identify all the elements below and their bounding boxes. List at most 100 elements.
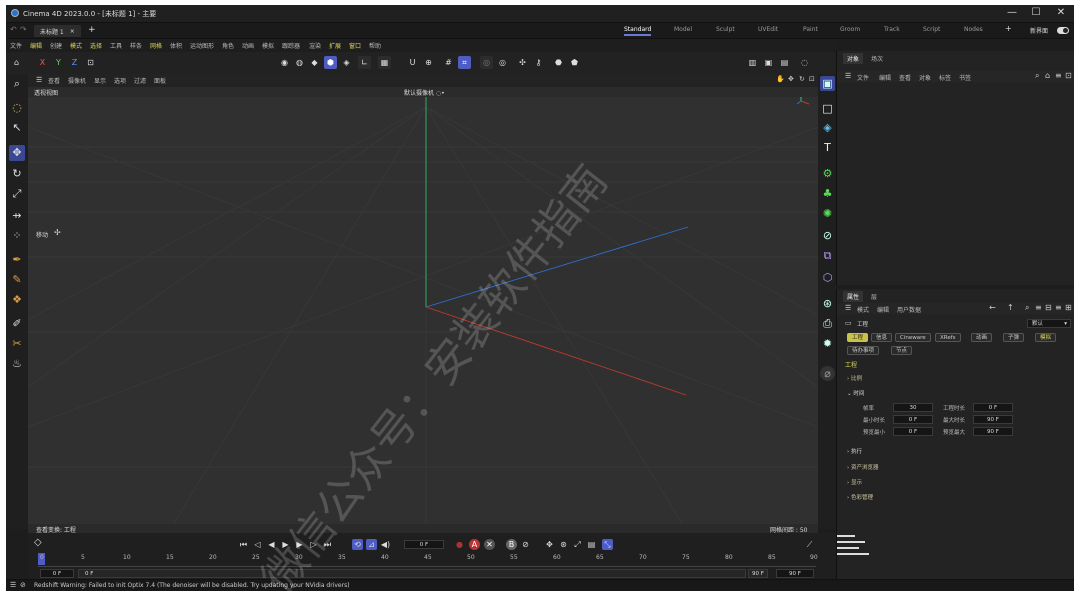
stop-record-button[interactable]: ✕ xyxy=(484,539,495,550)
sound-icon[interactable]: ◀) xyxy=(380,539,391,550)
range-end-inner[interactable]: 90 F xyxy=(748,569,768,578)
viewport-perspective[interactable]: 透视视图 默认摄像机 ◌• 移动 ✢ 查看变换: 工程 网格间距 : 50 cm xyxy=(28,87,818,533)
viewport-menu-options[interactable]: 选项 xyxy=(114,76,126,85)
add-layout-button[interactable]: + xyxy=(1005,24,1012,33)
preview-min-field[interactable]: 0 F xyxy=(893,427,933,436)
uv-mode-icon[interactable]: ◈ xyxy=(340,56,353,69)
keyframe-icon[interactable]: ◇ xyxy=(34,537,42,548)
selection-tool-icon[interactable]: ↖ xyxy=(9,120,25,136)
x-axis-lock-button[interactable]: X xyxy=(36,56,49,69)
viewport-menu-filter[interactable]: 过滤 xyxy=(134,76,146,85)
grid-icon[interactable]: # xyxy=(442,56,455,69)
chip-info[interactable]: 信息 xyxy=(871,333,893,342)
min-time-field[interactable]: 0 F xyxy=(893,415,933,424)
viewport-menu-view[interactable]: 查看 xyxy=(48,76,60,85)
render-view-icon[interactable]: ⬟ xyxy=(568,56,581,69)
render-picture-viewer-icon[interactable]: ▣ xyxy=(762,56,775,69)
cube-primitive-icon[interactable]: ◈ xyxy=(820,120,835,135)
cloner-icon[interactable]: ♣ xyxy=(820,186,835,201)
key-rotation-icon[interactable]: ⊛ xyxy=(558,539,569,550)
menu-edit[interactable]: 编辑 xyxy=(30,41,42,50)
menu-extensions[interactable]: 扩展 xyxy=(329,41,341,50)
toggle-view-icon[interactable]: ⊡ xyxy=(809,75,815,83)
deformer-icon[interactable]: ✺ xyxy=(820,206,835,221)
menu-help[interactable]: 帮助 xyxy=(369,41,381,50)
spline-pen-icon[interactable]: ✒ xyxy=(9,252,25,268)
layout-nodes[interactable]: Nodes xyxy=(964,26,983,33)
preview-max-field[interactable]: 90 F xyxy=(973,427,1013,436)
new-interface-label[interactable]: 新界面 xyxy=(1030,26,1048,35)
loop-button[interactable]: ⟲ xyxy=(352,539,363,550)
volume-icon[interactable]: ⬡ xyxy=(820,270,835,285)
chip-cineware[interactable]: Cineware xyxy=(895,333,931,342)
group-scale[interactable]: › 比例 xyxy=(847,374,862,382)
tab-takes[interactable]: 场次 xyxy=(867,53,887,64)
menu-character[interactable]: 角色 xyxy=(222,41,234,50)
fps-field[interactable]: 30 xyxy=(893,403,933,412)
spline-sketch-icon[interactable]: ✎ xyxy=(9,272,25,288)
search-icon[interactable]: ⌕ xyxy=(9,76,25,92)
chip-animation[interactable]: 动画 xyxy=(971,333,993,342)
tab-objects[interactable]: 对象 xyxy=(843,53,864,64)
pan-icon[interactable]: ✋ xyxy=(776,75,785,83)
text-object-icon[interactable]: T xyxy=(820,140,835,155)
y-axis-lock-button[interactable]: Y xyxy=(52,56,65,69)
workplane-icon[interactable]: ▦ xyxy=(378,56,391,69)
tag-icon[interactable]: ⌀ xyxy=(820,366,835,381)
obj-menu-tags[interactable]: 标签 xyxy=(939,73,951,82)
status-menu-icon[interactable]: ☰ xyxy=(10,581,16,589)
back-arrow-icon[interactable]: ← xyxy=(989,303,996,312)
key-pla-button[interactable]: ⤡ xyxy=(602,539,613,550)
model-mode-icon[interactable]: ◉ xyxy=(278,56,291,69)
snap-icon[interactable]: ∟ xyxy=(358,56,371,69)
group-display[interactable]: › 显示 xyxy=(847,478,862,486)
key-position-icon[interactable]: ✥ xyxy=(544,539,555,550)
brush-icon[interactable]: ✐ xyxy=(9,316,25,332)
chip-xrefs[interactable]: XRefs xyxy=(935,333,961,342)
knife-icon[interactable]: ✂ xyxy=(9,336,25,352)
attr-search-icon[interactable]: ⌕ xyxy=(1025,303,1029,313)
obj-menu-file[interactable]: 文件 xyxy=(857,73,869,82)
preview-range-button[interactable]: ⊿ xyxy=(366,539,377,550)
scale-tool-icon[interactable]: ⤢ xyxy=(9,186,25,202)
tab-attributes[interactable]: 属性 xyxy=(843,291,864,302)
viewport-menu-display[interactable]: 显示 xyxy=(94,76,106,85)
clapper-icon[interactable]: ⌂ xyxy=(10,56,23,69)
menu-tracker[interactable]: 跟踪器 xyxy=(282,41,300,50)
range-slider[interactable]: 0 F xyxy=(78,569,746,578)
up-arrow-icon[interactable]: ↑ xyxy=(1007,303,1014,312)
scene-icon[interactable]: ⧉ xyxy=(820,248,835,263)
move-view-icon[interactable]: ✥ xyxy=(788,75,794,83)
layout-sculpt[interactable]: Sculpt xyxy=(716,26,735,33)
lock-icon[interactable]: ◎ xyxy=(480,56,493,69)
menu-window[interactable]: 窗口 xyxy=(349,41,361,50)
cube-object-icon[interactable]: □ xyxy=(820,101,835,116)
goto-start-button[interactable]: ⏮ xyxy=(238,539,249,550)
render-region-icon[interactable]: ▥ xyxy=(746,56,759,69)
group-color-management[interactable]: › 色彩管理 xyxy=(847,493,873,501)
interface-toggle[interactable] xyxy=(1057,27,1069,34)
undo-icon[interactable]: ↶ xyxy=(10,25,17,34)
menu-mograph[interactable]: 运动图形 xyxy=(190,41,214,50)
layout-track[interactable]: Track xyxy=(884,26,900,33)
chip-bullet[interactable]: 子弹 xyxy=(1003,333,1025,342)
menu-mode[interactable]: 模式 xyxy=(70,41,82,50)
points-tool-icon[interactable]: ⁘ xyxy=(9,228,25,244)
doc-length-field[interactable]: 0 F xyxy=(973,403,1013,412)
texture-mode-icon[interactable]: ◍ xyxy=(293,56,306,69)
menu-mesh[interactable]: 网格 xyxy=(150,41,162,50)
fcurve-icon[interactable]: ⟋ xyxy=(804,539,815,550)
layout-paint[interactable]: Paint xyxy=(803,26,818,33)
globe-icon[interactable]: ⊛ xyxy=(820,296,835,311)
menu-tools[interactable]: 工具 xyxy=(110,41,122,50)
obj-menu-view[interactable]: 查看 xyxy=(899,73,911,82)
attr-filter-icon[interactable]: ≡ xyxy=(1035,303,1042,312)
light-icon[interactable]: ✹ xyxy=(820,336,835,351)
viewport-menu-camera[interactable]: 摄像机 xyxy=(68,76,86,85)
key-scale-icon[interactable]: ⤢ xyxy=(572,539,583,550)
move-tool-icon[interactable]: ✥ xyxy=(9,145,25,161)
autokey-icon[interactable]: ● xyxy=(454,539,465,550)
menu-volume[interactable]: 体积 xyxy=(170,41,182,50)
chip-todo[interactable]: 待办事项 xyxy=(847,346,880,355)
magnet-icon[interactable]: Ս xyxy=(406,56,419,69)
